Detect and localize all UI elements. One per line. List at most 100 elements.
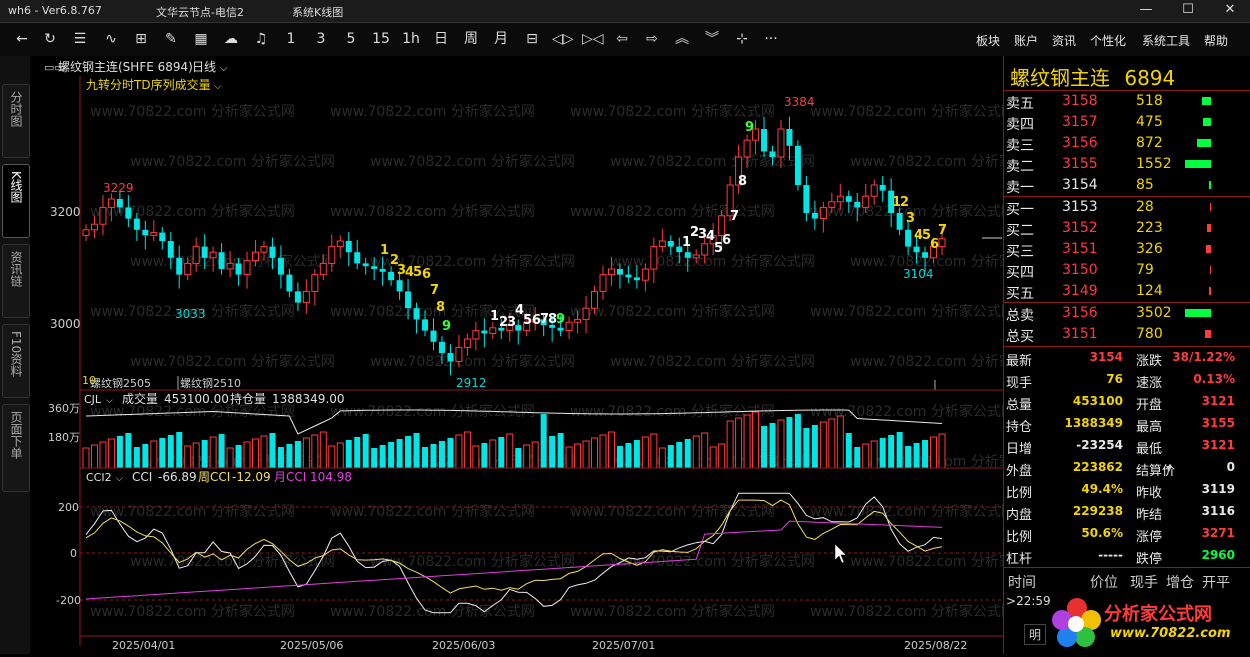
menu-personalize[interactable]: 个性化 [1090, 32, 1126, 49]
menu-sector[interactable]: 板块 [976, 32, 1000, 49]
tab-kline[interactable]: K线图 [2, 164, 30, 238]
period-week[interactable]: 周 [460, 29, 482, 49]
down-icon[interactable]: ︾ [702, 29, 722, 49]
volume-bar [82, 447, 90, 469]
book-volume: 124 [1136, 283, 1163, 299]
refresh-icon[interactable]: ↻ [40, 29, 60, 49]
stat-value: 3121 [1201, 394, 1235, 408]
quote-title: 螺纹钢主连 6894 [1010, 62, 1175, 91]
watermark-text: www.70822.com 分析家公式网 [570, 603, 775, 620]
volume-bar [565, 446, 573, 469]
td-count-label: 9 [442, 319, 451, 334]
candle-body [862, 195, 870, 208]
quote-book-row[interactable]: 卖四 3157 475 [1004, 112, 1250, 133]
kline-chart[interactable]: ▭▭ 螺纹钢主连(SHFE 6894) 日线 ⌵ 九转分时TD序列成交量 ⌵ w… [30, 56, 1055, 657]
menu-news[interactable]: 资讯 [1052, 32, 1076, 49]
bell-icon[interactable]: ♫ [250, 29, 272, 49]
right-arrow-icon[interactable]: ⇨ [642, 29, 662, 49]
quote-book-row[interactable]: 买四 3150 79 [1004, 260, 1250, 281]
volume-bar [523, 444, 531, 469]
low-annotation: 3033 [175, 307, 206, 321]
td-count-label: 1 [380, 243, 389, 258]
candle-body [438, 341, 445, 353]
stat-value: 3154 [1089, 350, 1123, 364]
volume-bar [133, 447, 140, 468]
chevron-down-icon[interactable]: ▾ [1166, 461, 1172, 475]
volume-bar [845, 433, 852, 468]
book-price: 3153 [1062, 199, 1098, 215]
more-button[interactable]: ··· [760, 29, 782, 49]
shrink-icon[interactable]: ▷◁ [582, 29, 604, 49]
period-1h[interactable]: 1h [400, 29, 422, 49]
quote-book-row[interactable]: 卖一 3154 85 [1004, 175, 1250, 196]
quote-book-row[interactable]: 总买 3151 780 [1004, 324, 1250, 345]
period-1[interactable]: 1 [282, 29, 300, 49]
volume-bar [641, 436, 649, 469]
depth-bar [1202, 97, 1211, 105]
pen-icon[interactable]: ✎ [160, 29, 182, 49]
grid-icon[interactable]: ▦ [190, 29, 212, 49]
candle-body [336, 240, 344, 248]
volume-bar [938, 433, 946, 469]
candle-body [362, 263, 369, 267]
book-label: 买一 [1006, 202, 1034, 218]
period-selector[interactable]: 日线 [192, 60, 216, 74]
candle-body [99, 206, 107, 225]
volume-bar [286, 444, 293, 468]
stats-row: 最新 3154 涨跌 38/1.22% [1004, 348, 1250, 369]
period-15[interactable]: 15 [370, 29, 392, 49]
quote-book-row[interactable]: 卖五 3158 518 [1004, 91, 1250, 112]
chevron-down-icon[interactable]: ⌵ [214, 81, 222, 92]
calendar-icon[interactable]: ⊟ [522, 29, 542, 49]
menu-account[interactable]: 账户 [1014, 32, 1038, 49]
tab-timeshare[interactable]: 分时图 [2, 84, 30, 158]
quote-book-row[interactable]: 卖三 3156 872 [1004, 133, 1250, 154]
candle-body [582, 307, 590, 320]
menu-help[interactable]: 帮助 [1204, 32, 1228, 49]
low-annotation: 2912 [456, 376, 487, 390]
quote-book-row[interactable]: 总卖 3156 3502 [1004, 303, 1250, 324]
expand-icon[interactable]: ◁▷ [552, 29, 574, 49]
period-month[interactable]: 月 [490, 29, 512, 49]
tab-order[interactable]: 页面下单 [2, 404, 30, 492]
tab-news[interactable]: 资讯链 [2, 244, 30, 318]
period-5[interactable]: 5 [342, 29, 360, 49]
menu-system-tools[interactable]: 系统工具 [1142, 32, 1190, 49]
stat-value: -23254 [1076, 438, 1123, 452]
stat-label: 最低 [1136, 442, 1163, 457]
minimize-button[interactable]: — [1128, 2, 1164, 20]
candle-body [667, 241, 674, 247]
up-icon[interactable]: ︽ [672, 29, 692, 49]
quote-book-row[interactable]: 买五 3149 124 [1004, 281, 1250, 302]
back-arrow-icon[interactable]: ← [12, 29, 32, 49]
chevron-down-icon[interactable]: ⌵ [116, 474, 123, 484]
cci-indicator-name[interactable]: CCI2 [86, 471, 112, 484]
tab-f10[interactable]: F10资料 [2, 324, 30, 398]
volume-bar [896, 432, 903, 468]
vol-value: 453100.00 [164, 392, 229, 406]
quote-book-row[interactable]: 买二 3152 223 [1004, 218, 1250, 239]
volume-bar [438, 441, 445, 468]
line-chart-icon[interactable]: ∿ [100, 29, 122, 49]
chevron-down-icon[interactable]: ⌵ [106, 396, 113, 406]
watermark-text: www.70822.com 分析家公式网 [610, 253, 815, 270]
quote-book-row[interactable]: 买三 3151 326 [1004, 239, 1250, 260]
volume-bar [922, 440, 929, 468]
cloud-icon[interactable]: ☁ [220, 29, 242, 49]
period-3[interactable]: 3 [312, 29, 330, 49]
quote-book-row[interactable]: 卖二 3155 1552 [1004, 154, 1250, 175]
close-button[interactable]: ✕ [1212, 2, 1248, 20]
watermark-text: www.70822.com 分析家公式网 [570, 103, 775, 120]
chevron-down-icon[interactable]: ⌵ [220, 63, 228, 74]
tab-detail[interactable]: 明 [1024, 624, 1047, 645]
chart-area[interactable]: ▭▭ 螺纹钢主连(SHFE 6894) 日线 ⌵ 九转分时TD序列成交量 ⌵ w… [30, 56, 1055, 657]
left-arrow-icon[interactable]: ⇦ [612, 29, 632, 49]
indicator-name[interactable]: 九转分时TD序列成交量 [86, 77, 211, 92]
crosshair-icon[interactable]: ⊹ [732, 29, 752, 49]
candle-icon[interactable]: ⊞ [130, 29, 152, 49]
quote-book-row[interactable]: 买一 3153 28 [1004, 197, 1250, 218]
list-icon[interactable]: ☰ [70, 29, 90, 49]
period-day[interactable]: 日 [430, 29, 452, 49]
maximize-button[interactable]: ☐ [1170, 2, 1206, 20]
vol-indicator-name[interactable]: CJL [84, 393, 102, 406]
